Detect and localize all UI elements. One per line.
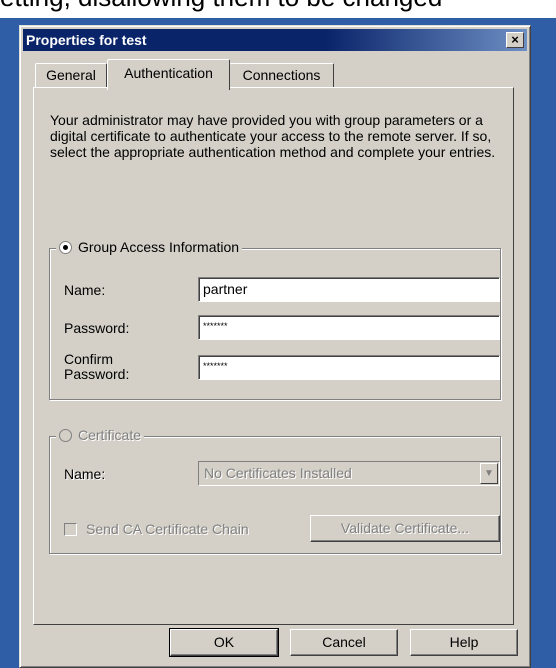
radio-unchecked-icon <box>59 428 72 442</box>
ok-button[interactable]: OK <box>169 628 279 657</box>
close-button[interactable]: × <box>506 32 524 48</box>
background-page-text: etting, disallowing them to be changed <box>0 0 442 13</box>
authentication-panel: Your administrator may have provided you… <box>33 87 514 625</box>
intro-text: Your administrator may have provided you… <box>50 112 496 160</box>
group-access-radio[interactable]: Group Access Information <box>56 239 243 255</box>
send-ca-chain-label: Send CA Certificate Chain <box>86 521 249 537</box>
radio-checked-icon <box>59 240 72 254</box>
tab-authentication[interactable]: Authentication <box>107 59 230 90</box>
group-access-label: Group Access Information <box>78 239 240 255</box>
confirm-password-label: Confirm Password: <box>64 351 130 382</box>
checkbox-icon <box>64 522 77 536</box>
cancel-button[interactable]: Cancel <box>290 629 398 656</box>
validate-certificate-button[interactable]: Validate Certificate... <box>310 515 500 542</box>
dialog-titlebar: Properties for test × <box>23 29 527 51</box>
confirm-password-field[interactable]: ******* <box>198 355 500 380</box>
chevron-down-icon[interactable]: ▼ <box>480 463 498 484</box>
password-field[interactable]: ******* <box>198 315 500 340</box>
certificate-select[interactable]: No Certificates Installed ▼ <box>198 461 500 486</box>
tab-general[interactable]: General <box>35 63 107 87</box>
group-access-section: Group Access Information Name: partner P… <box>49 239 501 400</box>
dialog-title: Properties for test <box>26 32 147 48</box>
name-field[interactable]: partner <box>198 277 500 302</box>
certificate-label: Certificate <box>78 427 142 443</box>
tab-connections[interactable]: Connections <box>229 63 334 87</box>
certificate-section: Certificate Name: No Certificates Instal… <box>49 427 501 554</box>
name-label: Name: <box>64 282 106 298</box>
certificate-select-value: No Certificates Installed <box>204 465 352 481</box>
validate-certificate-label: Validate Certificate... <box>340 520 470 536</box>
password-label: Password: <box>64 320 130 336</box>
send-ca-chain-checkbox[interactable]: Send CA Certificate Chain <box>64 521 249 537</box>
help-button[interactable]: Help <box>410 629 518 656</box>
close-icon: × <box>511 32 519 47</box>
properties-dialog: Properties for test × General Authentica… <box>19 25 531 668</box>
certificate-name-label: Name: <box>64 466 106 482</box>
certificate-radio[interactable]: Certificate <box>56 427 145 443</box>
